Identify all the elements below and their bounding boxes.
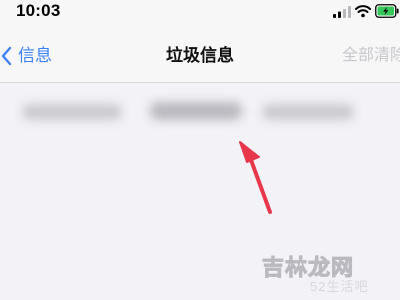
clear-all-button[interactable]: 全部清除: [342, 45, 400, 67]
blurred-message-row: [0, 90, 400, 140]
watermark: 吉林龙网 52生活吧: [261, 250, 396, 296]
page-title: 垃圾信息: [166, 46, 234, 65]
navigation-bar: 信息 垃圾信息 全部清除: [0, 26, 400, 83]
watermark-subtext: 52生活吧: [310, 279, 369, 294]
blurred-text: [150, 102, 242, 120]
cellular-signal-icon: [333, 6, 351, 18]
blurred-text: [22, 104, 122, 120]
status-bar: 10:03: [0, 0, 400, 26]
blurred-text: [262, 104, 354, 120]
battery-charging-icon: [375, 4, 399, 18]
wifi-icon: [355, 5, 371, 18]
status-time: 10:03: [16, 1, 61, 20]
